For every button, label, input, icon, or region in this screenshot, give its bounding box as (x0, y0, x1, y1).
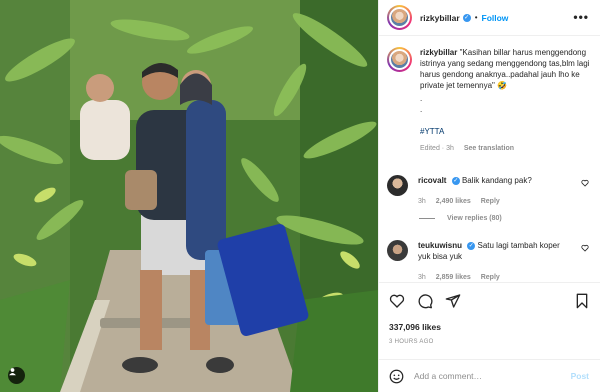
follow-button[interactable]: Follow (482, 13, 509, 23)
comment-item: teukuwisnu ✓ Satu lagi tambah koper yuk … (387, 240, 593, 281)
comment-username[interactable]: ricovalt (418, 176, 446, 185)
caption-meta: Edited · 3h See translation (420, 143, 590, 154)
post-photo[interactable] (0, 0, 378, 392)
comment-likes[interactable]: 2,859 likes (436, 274, 471, 281)
comments-list[interactable]: rizkybillar "Kasihan billar harus mengge… (379, 37, 600, 281)
caption-dots: . . (420, 94, 423, 114)
reply-button[interactable]: Reply (481, 274, 500, 281)
comment-likes[interactable]: 2,490 likes (436, 198, 471, 205)
verified-badge-icon: ✓ (451, 176, 460, 185)
comment-text: Balik kandang pak? (461, 176, 532, 185)
author-username[interactable]: rizkybillar (420, 13, 460, 23)
caption-edited-time: Edited · 3h (420, 145, 454, 152)
instagram-post-modal: rizkybillar ✓ • Follow ••• rizkybillar "… (0, 0, 600, 392)
comment-icon[interactable] (417, 293, 433, 309)
more-options-icon[interactable]: ••• (573, 10, 589, 24)
view-replies-toggle[interactable]: View replies (80) (419, 215, 502, 222)
user-tag-button[interactable] (8, 367, 25, 384)
photo-illustration (0, 0, 378, 392)
author-avatar[interactable] (387, 5, 412, 30)
user-tag-icon (9, 368, 16, 376)
post-comment-button[interactable]: Post (571, 371, 589, 381)
hashtag-link[interactable]: #YTTA (420, 126, 590, 137)
likes-count[interactable]: 337,096 likes (389, 322, 441, 332)
verified-badge-icon: ✓ (462, 13, 471, 22)
action-icons (389, 293, 461, 309)
comment-avatar[interactable] (387, 240, 408, 261)
caption-avatar[interactable] (387, 47, 412, 72)
share-icon[interactable] (445, 293, 461, 309)
comment-item: ricovalt ✓ Balik kandang pak? 3h 2,490 l… (387, 175, 593, 207)
caption-username[interactable]: rizkybillar (420, 48, 457, 57)
comment-like-heart-icon[interactable] (581, 179, 589, 187)
post-actions: 337,096 likes 3 HOURS AGO (379, 282, 600, 352)
bookmark-icon[interactable] (575, 293, 589, 309)
comment-time: 3h (418, 274, 426, 281)
add-comment-bar: Post (379, 359, 600, 392)
view-replies-label[interactable]: View replies (80) (447, 215, 502, 222)
post-side-panel: rizkybillar ✓ • Follow ••• rizkybillar "… (378, 0, 600, 392)
separator-dot: • (474, 13, 478, 22)
add-comment-input[interactable] (414, 371, 554, 381)
post-time-ago[interactable]: 3 HOURS AGO (389, 339, 434, 345)
comment-meta: 3h 2,859 likes Reply (418, 272, 568, 281)
see-translation-link[interactable]: See translation (464, 145, 514, 152)
post-caption: rizkybillar "Kasihan billar harus mengge… (387, 47, 593, 154)
comment-meta: 3h 2,490 likes Reply (418, 196, 568, 207)
comment-username[interactable]: teukuwisnu (418, 241, 462, 250)
replies-divider (419, 218, 435, 219)
comment-time: 3h (418, 198, 426, 205)
emoji-icon[interactable] (389, 369, 404, 384)
comment-avatar[interactable] (387, 175, 408, 196)
comment-like-heart-icon[interactable] (581, 244, 589, 252)
reply-button[interactable]: Reply (481, 198, 500, 205)
verified-badge-icon: ✓ (467, 241, 476, 250)
post-header: rizkybillar ✓ • Follow ••• (379, 0, 600, 36)
heart-icon[interactable] (389, 293, 405, 309)
